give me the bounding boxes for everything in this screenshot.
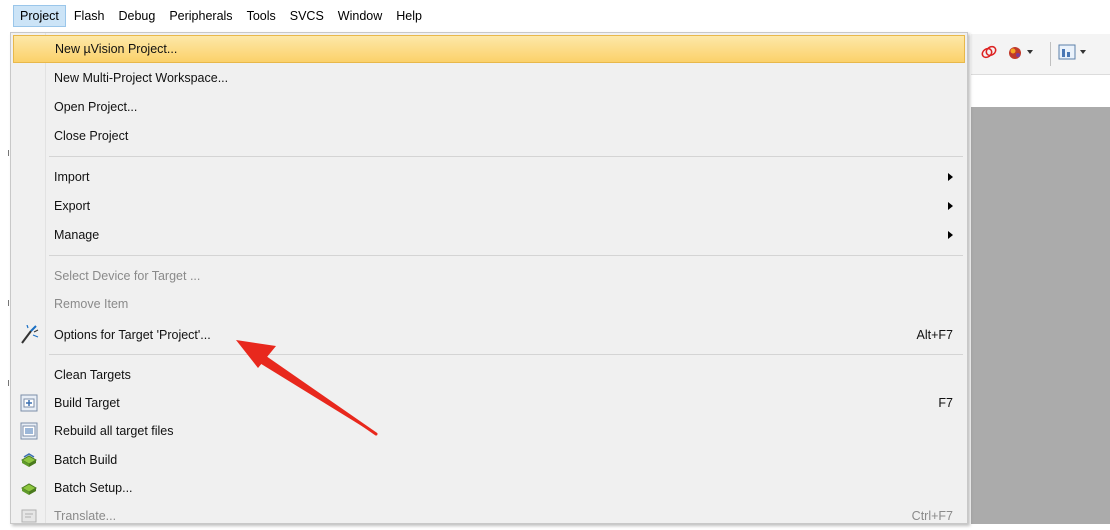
- menu-separator: [49, 354, 963, 355]
- menu-item-label: Translate...: [54, 509, 117, 523]
- project-menu-dropdown: New µVision Project... New Multi-Project…: [10, 32, 968, 524]
- menu-item-close-project[interactable]: Close Project: [13, 122, 965, 150]
- edge-mark: [8, 380, 9, 386]
- toolbar: [971, 34, 1110, 75]
- menu-peripherals[interactable]: Peripherals: [163, 5, 238, 27]
- menu-flash[interactable]: Flash: [68, 5, 111, 27]
- menu-item-label: Batch Setup...: [54, 481, 133, 495]
- menu-item-remove-item[interactable]: Remove Item: [13, 290, 965, 318]
- rebuild-icon: [19, 421, 39, 441]
- menu-item-batch-setup[interactable]: Batch Setup...: [13, 474, 965, 502]
- menu-item-label: Clean Targets: [54, 368, 131, 382]
- menu-item-batch-build[interactable]: Batch Build: [13, 446, 965, 474]
- build-icon: [19, 393, 39, 413]
- menu-item-label: Manage: [54, 228, 100, 242]
- debug-settings-icon[interactable]: [1005, 42, 1025, 62]
- menu-item-label: Export: [54, 199, 91, 213]
- editor-area: [971, 107, 1110, 524]
- menu-item-label: Options for Target 'Project'...: [54, 328, 211, 342]
- edge-mark: [8, 150, 9, 156]
- menu-item-new-multi-project-workspace[interactable]: New Multi-Project Workspace...: [13, 64, 965, 92]
- menu-item-open-project[interactable]: Open Project...: [13, 93, 965, 121]
- menu-item-label: Batch Build: [54, 453, 118, 467]
- menu-item-rebuild-all[interactable]: Rebuild all target files: [13, 417, 965, 445]
- menu-item-label: Select Device for Target ...: [54, 269, 201, 283]
- menu-item-clean-targets[interactable]: Clean Targets: [13, 361, 965, 389]
- menu-item-label: Rebuild all target files: [54, 424, 174, 438]
- menu-item-label: New µVision Project...: [55, 42, 178, 56]
- magic-wand-icon: [19, 325, 39, 345]
- translate-icon: [19, 506, 39, 526]
- menu-item-label: New Multi-Project Workspace...: [54, 71, 229, 85]
- menu-svcs[interactable]: SVCS: [284, 5, 330, 27]
- menu-item-options-for-target[interactable]: Options for Target 'Project'... Alt+F7: [13, 321, 965, 349]
- menu-item-label: Build Target: [54, 396, 120, 410]
- menu-debug[interactable]: Debug: [112, 5, 161, 27]
- submenu-arrow-icon: [948, 173, 953, 181]
- shortcut-label: F7: [938, 396, 953, 410]
- menu-bar: Project Flash Debug Peripherals Tools SV…: [0, 0, 1110, 32]
- menu-item-import[interactable]: Import: [13, 163, 965, 191]
- menu-item-label: Remove Item: [54, 297, 129, 311]
- menu-item-export[interactable]: Export: [13, 192, 965, 220]
- submenu-arrow-icon: [948, 231, 953, 239]
- menu-help[interactable]: Help: [390, 5, 428, 27]
- shortcut-label: Alt+F7: [916, 328, 953, 342]
- menu-window[interactable]: Window: [332, 5, 388, 27]
- link-icon[interactable]: [979, 42, 999, 62]
- shortcut-label: Ctrl+F7: [911, 509, 953, 523]
- menu-separator: [49, 156, 963, 157]
- menu-item-new-uvision-project[interactable]: New µVision Project...: [13, 35, 965, 63]
- menu-item-label: Import: [54, 170, 90, 184]
- menu-item-manage[interactable]: Manage: [13, 221, 965, 249]
- submenu-arrow-icon: [948, 202, 953, 210]
- edge-mark: [8, 300, 9, 306]
- menu-item-build-target[interactable]: Build Target F7: [13, 389, 965, 417]
- menu-item-label: Close Project: [54, 129, 129, 143]
- chevron-down-icon[interactable]: [1026, 48, 1034, 56]
- menu-item-select-device[interactable]: Select Device for Target ...: [13, 262, 965, 290]
- menu-separator: [49, 255, 963, 256]
- window-layout-icon[interactable]: [1057, 42, 1077, 62]
- batch-build-icon: [19, 450, 39, 470]
- menu-item-label: Open Project...: [54, 100, 138, 114]
- menu-project[interactable]: Project: [13, 5, 66, 27]
- batch-setup-icon: [19, 478, 39, 498]
- chevron-down-icon[interactable]: [1079, 48, 1087, 56]
- menu-tools[interactable]: Tools: [241, 5, 282, 27]
- toolbar-separator: [1050, 42, 1051, 66]
- menu-item-translate[interactable]: Translate... Ctrl+F7: [13, 502, 965, 530]
